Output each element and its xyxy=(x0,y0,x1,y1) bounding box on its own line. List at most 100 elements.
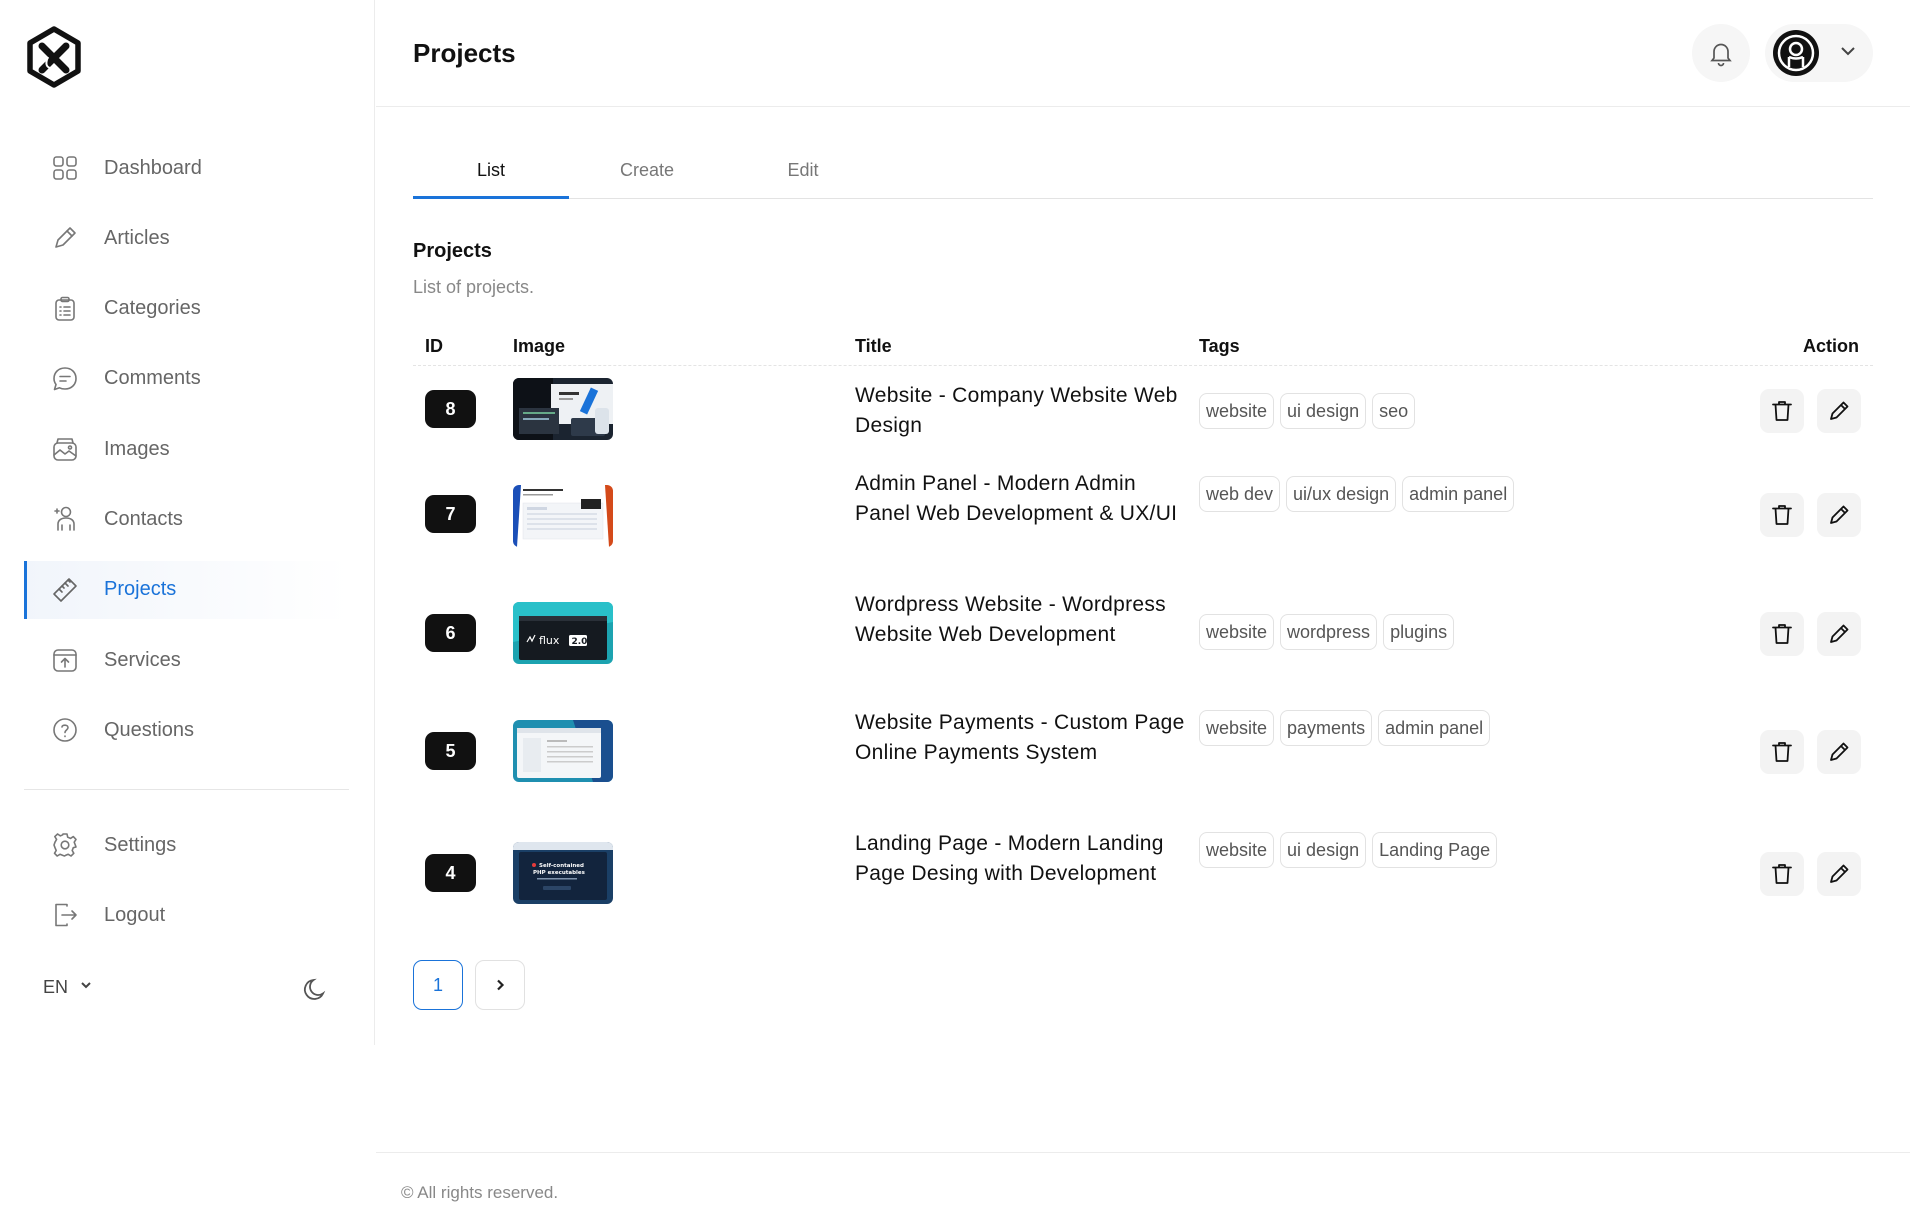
gear-icon xyxy=(50,830,80,860)
project-title[interactable]: Wordpress Website - Wordpress Website We… xyxy=(855,590,1185,650)
column-header-image: Image xyxy=(513,336,566,356)
delete-button[interactable] xyxy=(1760,852,1804,896)
sidebar-item-label: Services xyxy=(104,648,181,671)
project-title[interactable]: Landing Page - Modern Landing Page Desin… xyxy=(855,829,1185,889)
sidebar-item-images[interactable]: Images xyxy=(24,420,349,478)
sidebar-item-label: Images xyxy=(104,437,170,460)
delete-button[interactable] xyxy=(1760,730,1804,774)
tab-edit[interactable]: Edit xyxy=(725,148,881,199)
trash-icon xyxy=(1772,401,1792,421)
table-row: 5 Website Payments - Custom Page Online … xyxy=(413,698,1873,804)
sidebar-item-categories[interactable]: Categories xyxy=(24,280,349,338)
column-header-tags: Tags xyxy=(1199,336,1240,356)
dark-mode-toggle[interactable] xyxy=(302,975,332,1005)
flux-version-text: 2.0 xyxy=(572,637,588,647)
pencil-icon xyxy=(1830,864,1849,883)
edit-button[interactable] xyxy=(1817,612,1861,656)
project-title[interactable]: Admin Panel - Modern Admin Panel Web Dev… xyxy=(855,469,1185,529)
table-header: ID Image Title Tags Action xyxy=(413,334,1873,366)
php-headline-text: Self-contained xyxy=(539,863,584,869)
top-header: Projects xyxy=(376,0,1910,107)
tag-list: website ui design Landing Page xyxy=(1199,832,1519,868)
sidebar-divider xyxy=(24,789,349,790)
moon-icon xyxy=(304,978,326,1000)
tag: ui design xyxy=(1280,393,1367,429)
tab-list[interactable]: List xyxy=(413,148,569,199)
tag-list: web dev ui/ux design admin panel xyxy=(1199,476,1519,512)
tag: payments xyxy=(1280,710,1373,746)
tag: website xyxy=(1199,393,1275,429)
sidebar-item-dashboard[interactable]: Dashboard xyxy=(24,139,349,197)
project-title[interactable]: Website Payments - Custom Page Online Pa… xyxy=(855,708,1185,768)
chevron-down-icon xyxy=(1837,40,1859,67)
tag: website xyxy=(1199,832,1275,868)
logo-icon[interactable] xyxy=(26,26,82,88)
pagination-page-1[interactable]: 1 xyxy=(413,960,463,1010)
sidebar-item-articles[interactable]: Articles xyxy=(24,209,349,267)
project-thumbnail[interactable]: flux 2.0 xyxy=(513,602,613,664)
sidebar-item-logout[interactable]: Logout xyxy=(24,886,349,944)
edit-button[interactable] xyxy=(1817,730,1861,774)
user-avatar-icon xyxy=(1777,34,1815,72)
sidebar-item-contacts[interactable]: Contacts xyxy=(24,490,349,548)
project-thumbnail[interactable] xyxy=(513,720,613,782)
notifications-button[interactable] xyxy=(1692,24,1750,82)
delete-button[interactable] xyxy=(1760,493,1804,537)
edit-button[interactable] xyxy=(1817,389,1861,433)
sidebar-item-services[interactable]: Services xyxy=(24,631,349,689)
tag: Landing Page xyxy=(1372,832,1498,868)
sidebar-item-label: Logout xyxy=(104,903,166,926)
table-row: 4 Self-contained PHP executables Landing… xyxy=(413,820,1873,926)
trash-icon xyxy=(1772,864,1792,884)
id-badge: 6 xyxy=(425,614,476,652)
id-badge: 4 xyxy=(425,854,476,892)
sidebar-item-label: Articles xyxy=(104,226,170,249)
sidebar-nav: Dashboard Articles Categories Comments I… xyxy=(24,139,349,772)
column-header-title: Title xyxy=(855,336,892,356)
id-badge: 7 xyxy=(425,495,476,533)
sidebar-item-settings[interactable]: Settings xyxy=(24,816,349,874)
trash-icon xyxy=(1772,624,1792,644)
project-title[interactable]: Website - Company Website Web Design xyxy=(855,381,1185,441)
sidebar-item-label: Projects xyxy=(104,578,177,601)
delete-button[interactable] xyxy=(1760,389,1804,433)
pencil-icon xyxy=(50,223,80,253)
ruler-icon xyxy=(50,575,80,605)
flux-logo-text: flux xyxy=(539,634,560,647)
tag: web dev xyxy=(1199,476,1281,512)
sidebar-item-label: Contacts xyxy=(104,507,183,530)
tag-list: website wordpress plugins xyxy=(1199,614,1519,650)
trash-icon xyxy=(1772,505,1792,525)
chat-icon xyxy=(50,364,80,394)
php-subheadline-text: PHP executables xyxy=(533,870,586,876)
pagination-next-button[interactable] xyxy=(475,960,525,1010)
sidebar-bottom-nav: Settings Logout xyxy=(24,816,349,957)
table-row: 7 Admin Panel - Modern Admin Panel Web D… xyxy=(413,461,1873,567)
tag: seo xyxy=(1372,393,1416,429)
footer-divider xyxy=(376,1152,1910,1153)
question-icon xyxy=(50,715,80,745)
project-thumbnail[interactable]: Self-contained PHP executables xyxy=(513,842,613,904)
tag-list: website payments admin panel xyxy=(1199,710,1519,746)
language-selector[interactable]: EN xyxy=(43,977,94,998)
logout-icon xyxy=(50,900,80,930)
trash-icon xyxy=(1772,742,1792,762)
project-thumbnail[interactable] xyxy=(513,378,613,440)
avatar xyxy=(1773,30,1819,76)
sidebar-item-projects[interactable]: Projects xyxy=(24,560,349,619)
edit-button[interactable] xyxy=(1817,852,1861,896)
bell-icon xyxy=(1710,43,1732,67)
edit-button[interactable] xyxy=(1817,493,1861,537)
user-menu[interactable] xyxy=(1765,24,1873,82)
sidebar-item-questions[interactable]: Questions xyxy=(24,701,349,759)
sidebar-item-label: Categories xyxy=(104,297,201,320)
project-thumbnail[interactable] xyxy=(513,485,613,547)
pencil-icon xyxy=(1830,624,1849,643)
tab-create[interactable]: Create xyxy=(569,148,725,199)
image-stack-icon xyxy=(50,434,80,464)
column-header-id: ID xyxy=(425,336,443,356)
tag: admin panel xyxy=(1378,710,1491,746)
language-label: EN xyxy=(43,977,69,997)
sidebar-item-comments[interactable]: Comments xyxy=(24,350,349,408)
delete-button[interactable] xyxy=(1760,612,1804,656)
